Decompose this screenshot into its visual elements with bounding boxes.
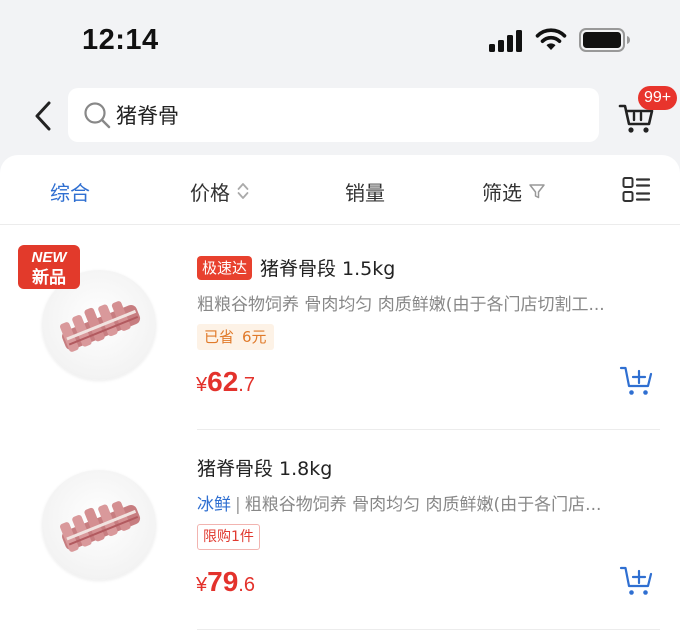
tab-sales[interactable]: 销量 <box>345 177 385 205</box>
tab-price-label: 价格 <box>190 180 230 205</box>
saved-tag: 已省 6元 <box>197 324 274 350</box>
price-currency: ¥ <box>196 574 208 596</box>
search-query: 猪脊骨 <box>116 104 179 128</box>
new-product-badge: NEW 新品 <box>18 245 80 289</box>
product-card[interactable]: 猪脊骨段 1.8kg 冰鲜 | 粗粮谷物饲养 骨肉均匀 肉质鲜嫩(由于各门店... … <box>0 440 680 637</box>
signal-icon <box>489 30 522 52</box>
divider <box>197 429 660 430</box>
back-button[interactable] <box>26 96 60 136</box>
status-time: 12:14 <box>82 24 159 56</box>
sort-arrows-icon <box>237 183 249 199</box>
badge-new-cn-text: 新品 <box>32 267 66 288</box>
search-icon <box>84 102 111 129</box>
add-to-cart-button[interactable] <box>619 564 655 598</box>
tab-price[interactable]: 价格 <box>190 177 250 205</box>
product-title[interactable]: 猪脊骨段 1.8kg <box>197 454 332 481</box>
saved-amount: 6元 <box>242 328 267 346</box>
tab-default[interactable]: 综合 <box>50 177 90 205</box>
chevron-left-icon <box>35 101 51 131</box>
cart-badge: 99+ <box>638 86 678 110</box>
price-decimal: .7 <box>238 374 255 396</box>
purchase-limit-tag: 限购1件 <box>197 524 260 550</box>
layout-toggle-button[interactable] <box>622 176 651 208</box>
tab-filter[interactable]: 筛选 <box>482 177 546 205</box>
product-description: 粗粮谷物饲养 骨肉均匀 肉质鲜嫩(由于各门店切割工... <box>197 295 605 315</box>
add-to-cart-button[interactable] <box>619 364 655 398</box>
sort-bar: 综合 价格 销量 筛选 <box>0 155 680 225</box>
product-card[interactable]: NEW 新品 极速达 猪脊骨段 1.5kg 粗粮谷物饲养 骨肉均匀 肉质鲜嫩(由… <box>0 240 680 440</box>
product-title-row: 猪脊骨段 1.8kg <box>197 454 332 481</box>
product-image[interactable] <box>42 470 156 580</box>
product-title[interactable]: 猪脊骨段 1.5kg <box>260 254 395 281</box>
price-integer: 79 <box>207 566 239 597</box>
express-tag: 极速达 <box>197 255 253 280</box>
wifi-icon <box>535 28 567 50</box>
tab-default-label: 综合 <box>50 180 90 205</box>
tab-filter-label: 筛选 <box>482 180 522 205</box>
list-layout-icon <box>622 177 651 202</box>
divider <box>197 629 660 630</box>
price-decimal: .6 <box>238 574 255 596</box>
product-title-row: 极速达 猪脊骨段 1.5kg <box>197 254 395 281</box>
add-to-cart-icon <box>619 366 653 395</box>
price-integer: 62 <box>207 366 239 397</box>
tab-sales-label: 销量 <box>345 180 385 205</box>
product-price: ¥62.7 <box>196 366 255 398</box>
results-panel: 综合 价格 销量 筛选 NEW 新品 极速达 猪脊骨段 1.5kg 粗粮谷物饲养… <box>0 155 680 637</box>
fresh-label: 冰鲜 <box>197 495 231 515</box>
product-description-row: 冰鲜 | 粗粮谷物饲养 骨肉均匀 肉质鲜嫩(由于各门店... <box>197 490 659 515</box>
pork-ribs-image <box>59 501 141 552</box>
badge-new-text: NEW <box>32 249 69 266</box>
price-currency: ¥ <box>196 374 208 396</box>
battery-icon <box>579 28 630 52</box>
funnel-icon <box>529 184 545 199</box>
add-to-cart-icon <box>619 566 653 595</box>
status-bar: 12:14 <box>0 0 680 80</box>
desc-separator: | <box>235 495 241 515</box>
saved-label: 已省 <box>204 328 235 346</box>
product-description: 粗粮谷物饲养 骨肉均匀 肉质鲜嫩(由于各门店... <box>244 495 602 515</box>
product-price: ¥79.6 <box>196 566 255 598</box>
search-input[interactable]: 猪脊骨 <box>68 88 599 142</box>
